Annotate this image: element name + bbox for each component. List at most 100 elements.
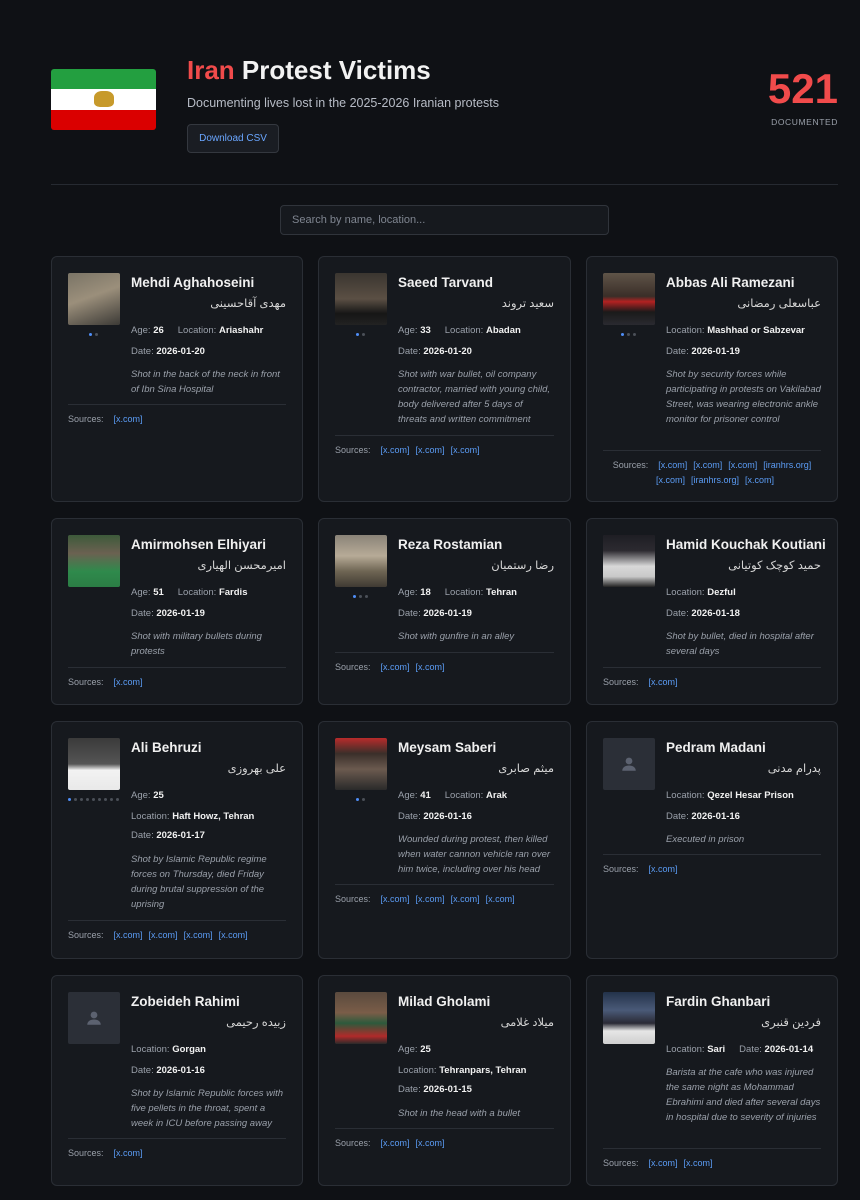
victim-card[interactable]: Fardin Ghanbari فردین قنبری Location: Sa…: [586, 975, 838, 1186]
victim-photo[interactable]: [335, 273, 387, 325]
victim-date: Date: 2026-01-18: [666, 608, 740, 619]
download-csv-button[interactable]: Download CSV: [187, 124, 279, 153]
victim-card[interactable]: Amirmohsen Elhiyari امیرمحسن الهیاری Age…: [51, 518, 303, 705]
source-link[interactable]: [x.com]: [381, 894, 410, 904]
source-link[interactable]: [x.com]: [416, 1138, 445, 1148]
victim-sources: Sources: [x.com]: [603, 864, 678, 874]
victim-card[interactable]: Zobeideh Rahimi زبیده رحیمی Location: Go…: [51, 975, 303, 1186]
victim-date: Date: 2026-01-15: [398, 1084, 472, 1095]
victim-age-location: Age: 41 Location: Arak: [398, 790, 508, 801]
victim-age-location: Age: 18 Location: Tehran: [398, 587, 517, 598]
victim-age: Age: 25: [131, 790, 164, 801]
victim-description: Shot in the back of the neck in front of…: [131, 369, 280, 395]
victim-sources: Sources: [x.com] [x.com] [x.com]: [335, 445, 480, 455]
documented-count: 521: [767, 65, 838, 112]
victim-photo[interactable]: [68, 535, 120, 587]
source-link[interactable]: [x.com]: [381, 445, 410, 455]
lion-and-sun-emblem-icon: [93, 91, 114, 108]
victim-date: Date: 2026-01-19: [131, 608, 205, 619]
victim-location: Location: Qezel Hesar Prison: [666, 790, 794, 801]
page-subtitle: Documenting lives lost in the 2025-2026 …: [187, 96, 499, 110]
victim-native-name: میثم صابری: [498, 763, 554, 775]
page-header: Iran Protest Victims Documenting lives l…: [0, 0, 860, 185]
photo-carousel-dots: [356, 333, 365, 336]
victim-description: Shot with war bullet, oil company contra…: [398, 369, 551, 425]
victim-sources: Sources: [x.com]: [603, 677, 678, 687]
source-link[interactable]: [x.com]: [381, 1138, 410, 1148]
victim-location: Location: Gorgan: [131, 1044, 206, 1055]
victim-card[interactable]: Saeed Tarvand سعید تروند Age: 33 Location…: [318, 256, 571, 502]
source-link[interactable]: [x.com]: [381, 662, 410, 672]
victim-native-name: امیرمحسن الهیاری: [197, 560, 287, 572]
source-link[interactable]: [x.com]: [658, 460, 687, 470]
victim-native-name: سعید تروند: [501, 298, 554, 310]
victim-location: Location: Haft Howz, Tehran: [131, 811, 255, 822]
source-link[interactable]: [x.com]: [649, 864, 678, 874]
source-link[interactable]: [x.com]: [114, 930, 143, 940]
victim-description: Shot with military bullets during protes…: [131, 631, 262, 657]
source-link[interactable]: [x.com]: [149, 930, 178, 940]
victim-date: Date: 2026-01-19: [398, 608, 472, 619]
victim-sources: Sources: [x.com] [x.com]: [335, 1138, 445, 1148]
source-link[interactable]: [x.com]: [693, 460, 722, 470]
victim-location: Location: Dezful: [666, 587, 736, 598]
victim-card[interactable]: Abbas Ali Ramezani عباسعلی رمضانی Locati…: [586, 256, 838, 502]
victim-card[interactable]: Reza Rostamian رضا رستمیان Age: 18 Locati…: [318, 518, 571, 705]
victim-location: Location: Mashhad or Sabzevar: [666, 325, 805, 336]
victim-description: Shot by bullet, died in hospital after s…: [666, 631, 814, 657]
source-link[interactable]: [x.com]: [451, 445, 480, 455]
source-link[interactable]: [x.com]: [649, 1158, 678, 1168]
victim-card[interactable]: Hamid Kouchak Koutiani حمید کوچک کوتیانی…: [586, 518, 838, 705]
victim-photo[interactable]: [603, 273, 655, 325]
victim-photo[interactable]: [68, 273, 120, 325]
victim-photo[interactable]: [335, 738, 387, 790]
victim-name: Mehdi Aghahoseini: [131, 275, 255, 290]
title-accent: Iran: [187, 55, 235, 85]
source-link[interactable]: [x.com]: [656, 475, 685, 485]
page-title: Iran Protest Victims: [187, 55, 431, 86]
victim-photo[interactable]: [603, 535, 655, 587]
victim-photo[interactable]: [335, 535, 387, 587]
source-link[interactable]: [x.com]: [684, 1158, 713, 1168]
source-link[interactable]: [x.com]: [451, 894, 480, 904]
victim-card[interactable]: Milad Gholami میلاد غلامی Age: 25 Locati…: [318, 975, 571, 1186]
source-link[interactable]: [x.com]: [114, 1148, 143, 1158]
search-input[interactable]: [280, 205, 609, 235]
victim-name: Reza Rostamian: [398, 537, 503, 552]
victim-photo-placeholder: [603, 738, 655, 790]
victim-date: Date: 2026-01-16: [666, 811, 740, 822]
victim-description: Barista at the cafe who was injured the …: [666, 1067, 821, 1123]
victim-sources: Sources: [x.com]: [68, 414, 143, 424]
source-link[interactable]: [x.com]: [219, 930, 248, 940]
source-link[interactable]: [x.com]: [416, 894, 445, 904]
victim-card[interactable]: Ali Behruzi علی بهروزی Age: 25 Location:…: [51, 721, 303, 959]
victim-description: Shot by Islamic Republic forces with fiv…: [131, 1088, 284, 1129]
source-link[interactable]: [iranhrs.org]: [763, 460, 811, 470]
victim-card[interactable]: Pedram Madani پدرام مدنی Location: Qezel…: [586, 721, 838, 959]
person-icon: [87, 1011, 101, 1025]
source-link[interactable]: [x.com]: [114, 677, 143, 687]
victim-card[interactable]: Mehdi Aghahoseini مهدی آقاحسینی Age: 26 L…: [51, 256, 303, 502]
iran-flag-icon: [51, 69, 156, 130]
source-link[interactable]: [x.com]: [745, 475, 774, 485]
source-link[interactable]: [iranhrs.org]: [691, 475, 739, 485]
victim-location-date: Location: Sari Date: 2026-01-14: [666, 1044, 814, 1055]
source-link[interactable]: [x.com]: [728, 460, 757, 470]
victim-sources: Sources: [x.com] [x.com] [x.com] [x.com]: [335, 894, 515, 904]
victim-name: Hamid Kouchak Koutiani: [666, 537, 826, 552]
victim-photo[interactable]: [68, 738, 120, 790]
victim-card[interactable]: Meysam Saberi میثم صابری Age: 41 Location…: [318, 721, 571, 959]
source-link[interactable]: [x.com]: [416, 662, 445, 672]
source-link[interactable]: [x.com]: [486, 894, 515, 904]
victim-photo[interactable]: [603, 992, 655, 1044]
victim-native-name: زبیده رحیمی: [226, 1017, 286, 1029]
source-link[interactable]: [x.com]: [649, 677, 678, 687]
source-link[interactable]: [x.com]: [184, 930, 213, 940]
source-link[interactable]: [x.com]: [416, 445, 445, 455]
victim-name: Meysam Saberi: [398, 740, 497, 755]
victim-sources: Sources: [x.com] [x.com]: [603, 1158, 713, 1168]
victim-native-name: رضا رستمیان: [491, 560, 554, 572]
victim-photo[interactable]: [335, 992, 387, 1044]
victim-description: Shot in the head with a bullet: [398, 1108, 521, 1119]
source-link[interactable]: [x.com]: [114, 414, 143, 424]
